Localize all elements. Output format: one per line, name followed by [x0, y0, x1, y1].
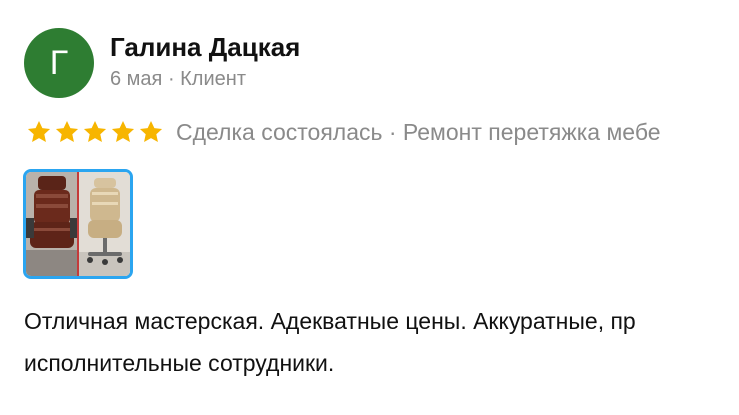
review-photo-thumbnail[interactable] — [23, 169, 133, 279]
star-icon — [139, 120, 163, 142]
deal-info: Сделка состоялась · Ремонт перетяжка меб… — [176, 118, 661, 145]
review-text: Отличная мастерская. Адекватные цены. Ак… — [24, 300, 739, 384]
review-text-line: исполнительные сотрудники. — [24, 350, 335, 376]
before-after-chair-photo-icon — [26, 172, 130, 276]
star-icon — [111, 120, 135, 142]
author-name[interactable]: Галина Дацкая — [110, 32, 300, 63]
avatar-letter: Г — [49, 43, 69, 82]
star-icon — [55, 120, 79, 142]
avatar[interactable]: Г — [24, 28, 94, 98]
star-icon — [27, 120, 51, 142]
review-meta: 6 мая · Клиент — [110, 68, 246, 90]
star-icon — [83, 120, 107, 142]
review-card: Г Галина Дацкая 6 мая · Клиент Сделка со… — [0, 0, 739, 415]
review-text-line: Отличная мастерская. Адекватные цены. Ак… — [24, 308, 636, 334]
rating-stars — [26, 119, 164, 145]
rating-row: Сделка состоялась · Ремонт перетяжка меб… — [26, 115, 739, 149]
